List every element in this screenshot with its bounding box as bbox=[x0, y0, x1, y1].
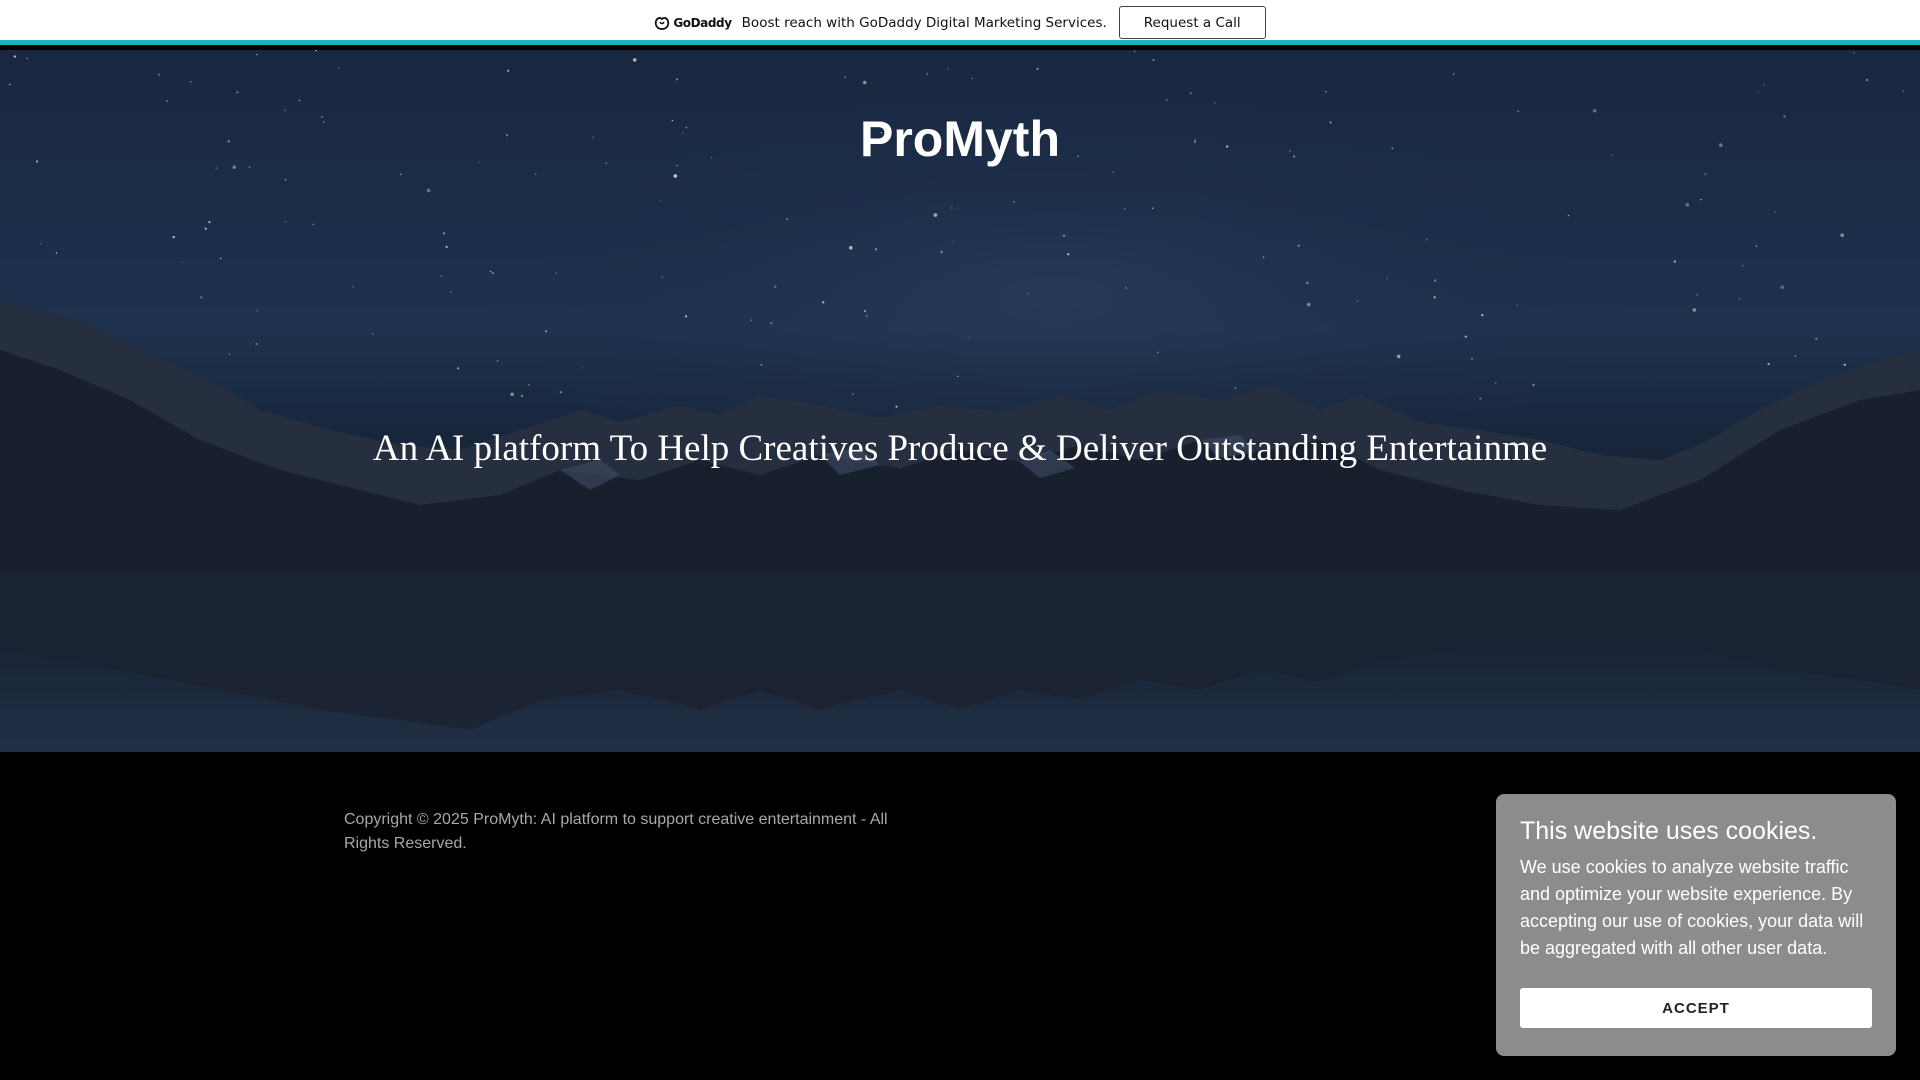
promo-message: Boost reach with GoDaddy Digital Marketi… bbox=[741, 14, 1107, 31]
promo-bar: GoDaddy Boost reach with GoDaddy Digital… bbox=[0, 0, 1920, 45]
copyright-text: Copyright © 2025 ProMyth: AI platform to… bbox=[344, 811, 888, 852]
godaddy-logo-icon bbox=[655, 16, 670, 30]
hero-section: ProMyth An AI platform To Help Creatives… bbox=[0, 50, 1920, 752]
godaddy-logo: GoDaddy bbox=[654, 13, 732, 33]
cookie-title: This website uses cookies. bbox=[1520, 817, 1818, 845]
godaddy-logo-text: GoDaddy bbox=[673, 15, 732, 30]
cookie-message: We use cookies to analyze website traffi… bbox=[1520, 857, 1864, 958]
request-call-button[interactable]: Request a Call bbox=[1118, 6, 1266, 39]
hero-tagline: An AI platform To Help Creatives Produce… bbox=[372, 428, 1548, 469]
site-title: ProMyth bbox=[860, 110, 1060, 167]
cookie-consent-dialog: This website uses cookies. We use cookie… bbox=[1496, 794, 1896, 1056]
cookie-accept-button[interactable]: ACCEPT bbox=[1520, 988, 1872, 1028]
